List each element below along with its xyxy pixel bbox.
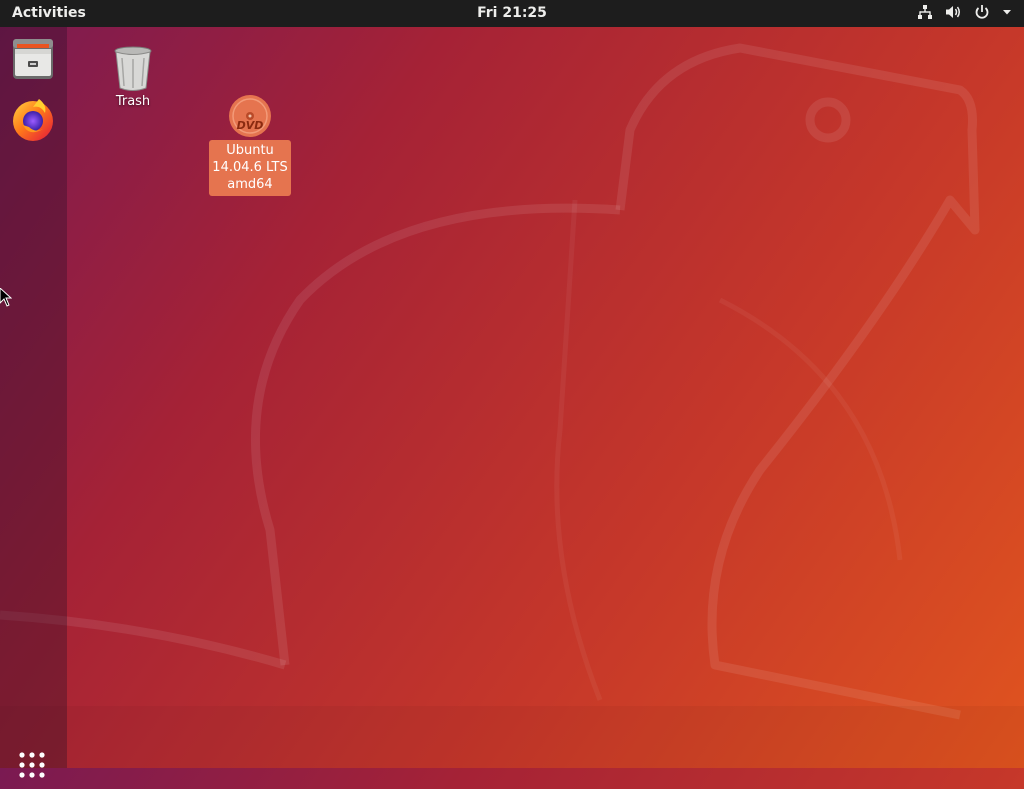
trash-icon (100, 44, 166, 94)
dvd-icon: DVD (209, 94, 291, 138)
volume-icon[interactable] (945, 4, 962, 20)
mouse-cursor-icon (0, 288, 12, 307)
network-icon[interactable] (917, 4, 933, 20)
power-icon[interactable] (974, 4, 990, 20)
dock-item-files[interactable] (9, 35, 57, 83)
svg-text:DVD: DVD (237, 119, 264, 132)
clock: Fri 21:25 (0, 5, 1024, 21)
dvd-label-line-3: amd64 (227, 177, 273, 192)
menu-arrow-icon[interactable] (1002, 4, 1012, 20)
dvd-label: Ubuntu 14.04.6 LTS amd64 (209, 140, 291, 196)
dvd-label-line-1: Ubuntu (226, 143, 274, 158)
trash-label: Trash (115, 94, 151, 109)
system-tray[interactable] (917, 4, 1012, 20)
dvd-label-line-2: 14.04.6 LTS (212, 160, 288, 175)
desktop-icon-trash[interactable]: Trash (100, 44, 166, 109)
file-cabinet-icon (9, 35, 57, 83)
clock-button[interactable]: Fri 21:25 (477, 5, 547, 21)
desktop-icon-dvd[interactable]: DVD Ubuntu 14.04.6 LTS amd64 (209, 94, 291, 196)
top-bar: Activities Fri 21:25 (0, 0, 1024, 27)
grid-dots-icon (12, 752, 52, 789)
activities-button[interactable]: Activities (12, 5, 86, 21)
dock (0, 27, 67, 778)
dock-item-firefox[interactable] (9, 95, 57, 143)
firefox-icon (9, 95, 57, 143)
desktop-wallpaper (0, 43, 1024, 768)
show-applications-button[interactable] (12, 745, 52, 785)
